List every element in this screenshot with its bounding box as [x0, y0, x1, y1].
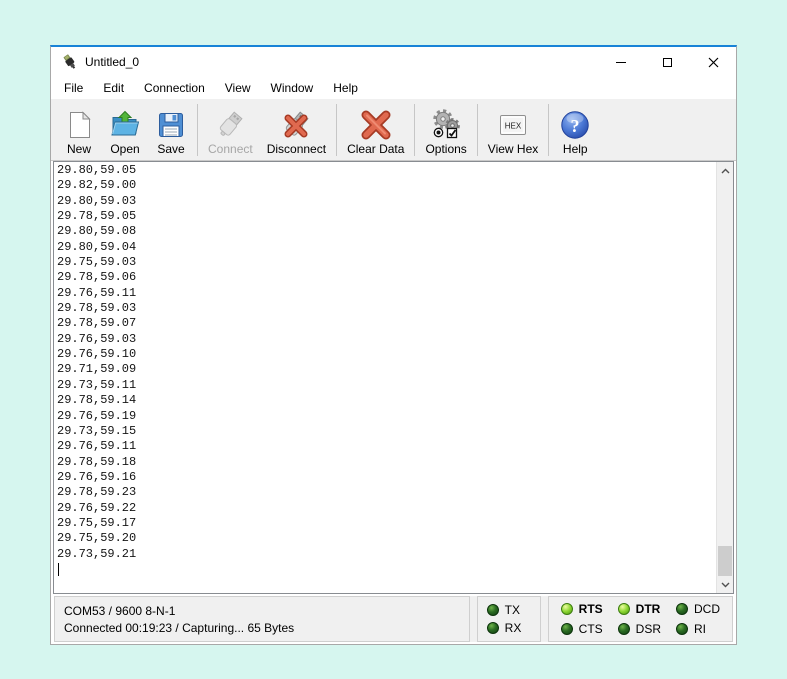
menu-help[interactable]: Help — [323, 78, 368, 98]
minimize-button[interactable] — [598, 47, 644, 77]
terminal-lines: 29.80,59.05 29.82,59.00 29.80,59.03 29.7… — [57, 163, 716, 562]
menu-file[interactable]: File — [54, 78, 93, 98]
scrollbar-thumb[interactable] — [718, 546, 732, 576]
close-button[interactable] — [690, 47, 736, 77]
tx-led-icon — [487, 604, 499, 616]
app-window: Untitled_0 File Edit Connection View Win… — [50, 45, 737, 645]
rts-label: RTS — [579, 602, 603, 616]
rx-label: RX — [505, 621, 522, 635]
clear-data-button[interactable]: Clear Data — [340, 101, 411, 159]
toolbar-separator — [548, 104, 549, 156]
help-icon-text: ? — [571, 116, 580, 136]
toolbar-button-label: Save — [157, 142, 184, 156]
titlebar: Untitled_0 — [51, 47, 736, 77]
window-title: Untitled_0 — [85, 55, 139, 69]
menu-connection[interactable]: Connection — [134, 78, 215, 98]
chevron-down-icon — [721, 582, 730, 588]
ri-label: RI — [694, 622, 706, 636]
close-icon — [708, 57, 719, 68]
toolbar-button-label: Help — [563, 142, 588, 156]
menu-edit[interactable]: Edit — [93, 78, 134, 98]
rts-led-icon — [561, 603, 573, 615]
cts-indicator: CTS — [561, 622, 603, 636]
toolbar-button-label: Connect — [208, 142, 253, 156]
statusbar: COM53 / 9600 8-N-1 Connected 00:19:23 / … — [54, 596, 733, 642]
port-settings-text: COM53 / 9600 8-N-1 — [64, 604, 460, 618]
ri-led-icon — [676, 623, 688, 635]
disconnect-button[interactable]: Disconnect — [260, 101, 333, 159]
dcd-led-icon — [676, 603, 688, 615]
save-button[interactable]: Save — [148, 101, 194, 159]
toolbar-button-label: View Hex — [488, 142, 538, 156]
connect-button[interactable]: Connect — [201, 101, 260, 159]
open-folder-icon — [109, 109, 141, 141]
options-button[interactable]: Options — [418, 101, 473, 159]
dtr-led-icon — [618, 603, 630, 615]
menubar: File Edit Connection View Window Help — [51, 77, 736, 99]
cts-led-icon — [561, 623, 573, 635]
terminal-area[interactable]: 29.80,59.05 29.82,59.00 29.80,59.03 29.7… — [53, 161, 734, 594]
ri-indicator: RI — [676, 622, 720, 636]
tx-rx-panel: TX RX — [477, 596, 541, 642]
rx-indicator: RX — [487, 621, 531, 635]
toolbar-separator — [197, 104, 198, 156]
terminal-text[interactable]: 29.80,59.05 29.82,59.00 29.80,59.03 29.7… — [54, 162, 716, 593]
toolbar-button-label: Open — [110, 142, 139, 156]
toolbar-button-label: New — [67, 142, 91, 156]
vertical-scrollbar[interactable] — [716, 162, 733, 593]
new-button[interactable]: New — [56, 101, 102, 159]
desktop: { "colors": { "page-bg": "#d6f6ef", "win… — [0, 0, 787, 679]
save-floppy-icon — [155, 109, 187, 141]
connection-status-text: Connected 00:19:23 / Capturing... 65 Byt… — [64, 621, 460, 635]
new-document-icon — [63, 109, 95, 141]
menu-view[interactable]: View — [215, 78, 261, 98]
toolbar-button-label: Clear Data — [347, 142, 404, 156]
dtr-indicator[interactable]: DTR — [618, 602, 661, 616]
clear-data-x-icon — [360, 109, 392, 141]
line-signals-panel: RTS CTS DTR DSR DCD RI — [548, 596, 733, 642]
help-button[interactable]: ? Help — [552, 101, 598, 159]
usb-disconnect-icon — [280, 109, 312, 141]
maximize-button[interactable] — [644, 47, 690, 77]
dtr-label: DTR — [636, 602, 661, 616]
toolbar: New Open Save — [51, 99, 736, 161]
rts-indicator[interactable]: RTS — [561, 602, 603, 616]
minimize-icon — [616, 62, 626, 63]
maximize-icon — [663, 58, 672, 67]
text-caret — [58, 563, 59, 576]
toolbar-separator — [477, 104, 478, 156]
hex-icon: HEX — [497, 109, 529, 141]
dcd-indicator: DCD — [676, 602, 720, 616]
usb-connect-icon — [214, 109, 246, 141]
hex-icon-text: HEX — [505, 122, 522, 131]
dsr-indicator: DSR — [618, 622, 661, 636]
rx-led-icon — [487, 622, 499, 634]
window-controls — [598, 47, 736, 77]
dsr-label: DSR — [636, 622, 661, 636]
dcd-label: DCD — [694, 602, 720, 616]
scroll-down-button[interactable] — [717, 576, 733, 593]
open-button[interactable]: Open — [102, 101, 148, 159]
tx-label: TX — [505, 603, 520, 617]
caret-line — [57, 562, 716, 577]
help-icon: ? — [559, 109, 591, 141]
connection-info-panel: COM53 / 9600 8-N-1 Connected 00:19:23 / … — [54, 596, 470, 642]
menu-window[interactable]: Window — [261, 78, 324, 98]
tx-indicator: TX — [487, 603, 531, 617]
toolbar-separator — [336, 104, 337, 156]
cts-label: CTS — [579, 622, 603, 636]
scroll-up-button[interactable] — [717, 162, 733, 179]
dsr-led-icon — [618, 623, 630, 635]
toolbar-separator — [414, 104, 415, 156]
chevron-up-icon — [721, 168, 730, 174]
options-gears-icon — [430, 109, 462, 141]
toolbar-button-label: Options — [425, 142, 466, 156]
view-hex-button[interactable]: HEX View Hex — [481, 101, 545, 159]
toolbar-button-label: Disconnect — [267, 142, 326, 156]
app-icon — [62, 54, 78, 70]
